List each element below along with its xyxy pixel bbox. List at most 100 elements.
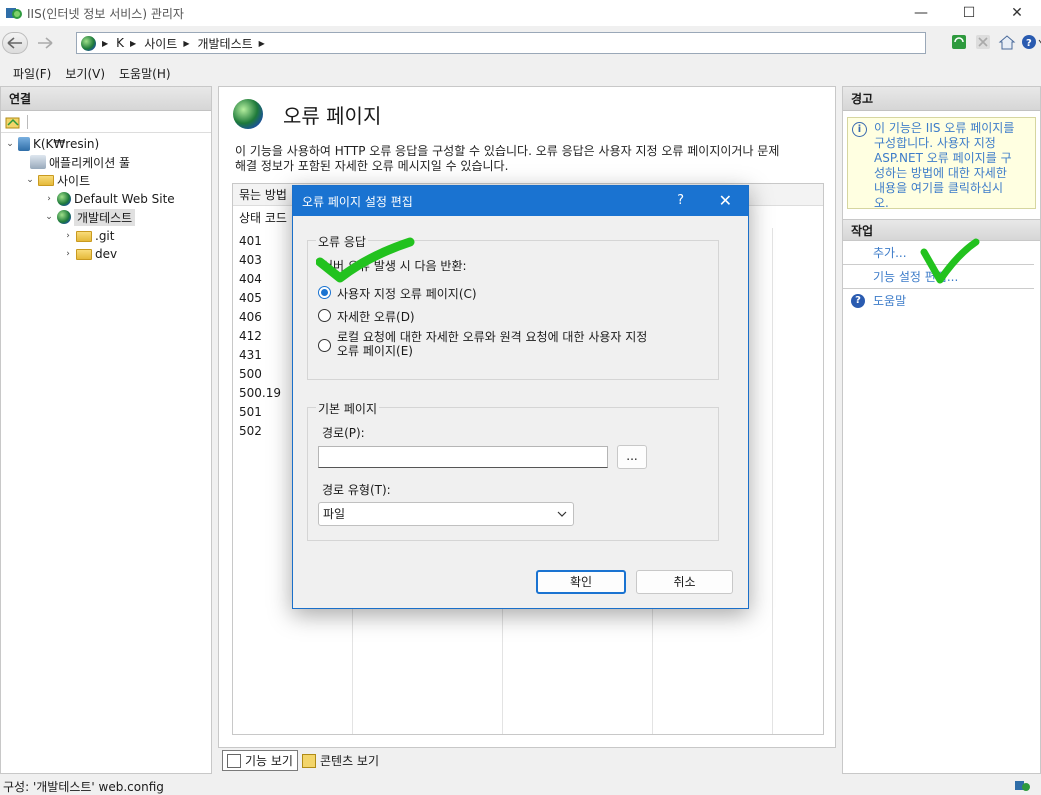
alert-line: 내용을 여기를 클릭하십시 — [874, 181, 1004, 195]
menu-help[interactable]: 도움말(H) — [112, 65, 178, 82]
connect-icon[interactable] — [5, 115, 21, 129]
breadcrumb-arrow-icon[interactable]: ▶ — [102, 39, 108, 48]
menu-view[interactable]: 보기(V) — [58, 65, 112, 82]
option-detailed-local-custom-remote[interactable]: 로컬 요청에 대한 자세한 오류와 원격 요청에 대한 사용자 지정 오류 페이… — [318, 330, 647, 358]
description-line: 이 기능을 사용하여 HTTP 오류 응답을 구성할 수 있습니다. 오류 응답… — [235, 144, 780, 158]
status-text: 구성: '개발테스트' web.config — [3, 779, 164, 794]
group-by-label: 묶는 방법 — [239, 188, 287, 202]
table-row[interactable]: 502 — [239, 422, 281, 441]
table-row[interactable]: 403 — [239, 251, 281, 270]
dialog-title: 오류 페이지 설정 편집 — [302, 194, 413, 209]
option-detailed-errors[interactable]: 자세한 오류(D) — [318, 308, 415, 325]
breadcrumb-server[interactable]: K — [116, 36, 124, 50]
tree-node-git[interactable]: › .git — [63, 227, 114, 245]
radio-unselected[interactable] — [318, 339, 331, 352]
chevron-right-icon[interactable]: › — [63, 249, 73, 259]
table-row[interactable]: 501 — [239, 403, 281, 422]
help-action[interactable]: ? 도움말 — [843, 289, 1040, 313]
help-icon: ? — [851, 294, 865, 308]
folder-icon — [76, 248, 92, 260]
iis-app-icon — [6, 6, 22, 20]
chevron-down-icon — [557, 503, 567, 534]
stop-icon[interactable] — [973, 32, 993, 52]
info-icon: i — [852, 122, 867, 137]
breadcrumb-arrow-icon[interactable]: ▶ — [259, 39, 265, 48]
option-custom-error-pages[interactable]: 사용자 지정 오류 페이지(C) — [318, 285, 477, 302]
tree-node-app-pools[interactable]: 애플리케이션 풀 — [27, 153, 130, 171]
tab-features-view[interactable]: 기능 보기 — [222, 750, 298, 771]
path-type-label: 경로 유형(T): — [322, 483, 391, 497]
chevron-right-icon[interactable]: › — [44, 194, 54, 204]
refresh-icon[interactable] — [949, 32, 969, 52]
menu-file[interactable]: 파일(F) — [6, 65, 58, 82]
window-title: IIS(인터넷 정보 서비스) 관리자 — [27, 6, 184, 21]
minimize-button[interactable]: — — [897, 0, 945, 26]
column-divider — [772, 228, 773, 734]
alert-line: 이 기능은 IIS 오류 페이지를 — [874, 121, 1015, 135]
home-icon[interactable] — [997, 32, 1017, 52]
tree-node-label: 사이트 — [57, 173, 91, 188]
tree-node-label: 개발테스트 — [74, 208, 136, 226]
ok-button[interactable]: 확인 — [536, 570, 626, 594]
status-bar: 구성: '개발테스트' web.config — [0, 777, 1041, 795]
breadcrumb-sites[interactable]: 사이트 — [144, 35, 177, 52]
table-row[interactable]: 431 — [239, 346, 281, 365]
globe-icon — [57, 210, 71, 224]
sites-folder-icon — [38, 174, 54, 186]
chevron-down-icon[interactable]: ⌄ — [25, 175, 35, 185]
breadcrumb-arrow-icon[interactable]: ▶ — [130, 39, 136, 48]
table-row[interactable]: 412 — [239, 327, 281, 346]
address-row: ▶ K ▶ 사이트 ▶ 개발테스트 ▶ ? — [0, 28, 1041, 58]
option-label: 오류 페이지(E) — [337, 344, 413, 358]
arrow-left-icon — [7, 37, 22, 49]
maximize-button[interactable]: ☐ — [945, 0, 993, 26]
column-header-label: 상태 코드 — [239, 210, 287, 225]
folder-icon — [76, 230, 92, 242]
edit-feature-settings-action[interactable]: 기능 설정 편집... — [843, 265, 1034, 289]
tab-content-view[interactable]: 콘텐츠 보기 — [298, 750, 383, 771]
actions-pane: 경고 i 이 기능은 IIS 오류 페이지를 구성합니다. 사용자 지정 ASP… — [842, 86, 1041, 774]
alert-line: 구성합니다. 사용자 지정 — [874, 136, 996, 150]
help-icon[interactable]: ? — [1021, 32, 1041, 52]
error-response-legend: 오류 응답 — [316, 233, 368, 250]
tree-node-dev[interactable]: › dev — [63, 245, 117, 263]
breadcrumb-arrow-icon[interactable]: ▶ — [183, 39, 189, 48]
error-response-prompt: 서버 오류 발생 시 다음 반환: — [322, 259, 467, 273]
network-status-icon — [1015, 781, 1030, 791]
tree-node-dev-test[interactable]: ⌄ 개발테스트 — [44, 208, 136, 226]
table-row[interactable]: 404 — [239, 270, 281, 289]
edit-error-pages-settings-dialog: 오류 페이지 설정 편집 ? ✕ 오류 응답 서버 오류 발생 시 다음 반환:… — [292, 185, 749, 609]
dialog-close-button[interactable]: ✕ — [719, 191, 732, 210]
table-row[interactable]: 405 — [239, 289, 281, 308]
tree-node-server[interactable]: ⌄ K(K₩resin) — [5, 135, 99, 153]
chevron-down-icon[interactable]: ⌄ — [44, 212, 54, 222]
server-icon — [18, 137, 30, 151]
application-pool-icon — [30, 155, 46, 169]
table-row[interactable]: 401 — [239, 232, 281, 251]
chevron-down-icon[interactable]: ⌄ — [5, 139, 15, 149]
breadcrumb-site[interactable]: 개발테스트 — [197, 35, 252, 52]
tree-node-sites[interactable]: ⌄ 사이트 — [25, 171, 90, 189]
add-action[interactable]: 추가... — [843, 241, 1034, 265]
forward-button[interactable] — [32, 32, 58, 54]
path-input[interactable] — [318, 446, 608, 468]
table-row[interactable]: 406 — [239, 308, 281, 327]
chevron-right-icon[interactable]: › — [63, 231, 73, 241]
radio-unselected[interactable] — [318, 309, 331, 322]
alert-message[interactable]: i 이 기능은 IIS 오류 페이지를 구성합니다. 사용자 지정 ASP.NE… — [847, 117, 1036, 210]
address-bar[interactable]: ▶ K ▶ 사이트 ▶ 개발테스트 ▶ — [76, 32, 926, 54]
dialog-help-button[interactable]: ? — [677, 193, 684, 208]
browse-button[interactable]: ... — [617, 445, 647, 469]
close-button[interactable]: ✕ — [993, 0, 1041, 26]
back-button[interactable] — [2, 32, 28, 54]
table-row[interactable]: 500 — [239, 365, 281, 384]
dialog-title-bar: 오류 페이지 설정 편집 ? ✕ — [293, 186, 748, 216]
alert-line: ASP.NET 오류 페이지를 구 — [874, 151, 1012, 165]
tree-node-default-web-site[interactable]: › Default Web Site — [44, 190, 175, 208]
table-row[interactable]: 500.19 — [239, 384, 281, 403]
error-response-group: 오류 응답 서버 오류 발생 시 다음 반환: 사용자 지정 오류 페이지(C)… — [307, 233, 719, 380]
radio-selected[interactable] — [318, 286, 331, 299]
cancel-button[interactable]: 취소 — [636, 570, 733, 594]
path-type-select[interactable]: 파일 — [318, 502, 574, 526]
feature-description: 이 기능을 사용하여 HTTP 오류 응답을 구성할 수 있습니다. 오류 응답… — [235, 144, 835, 174]
